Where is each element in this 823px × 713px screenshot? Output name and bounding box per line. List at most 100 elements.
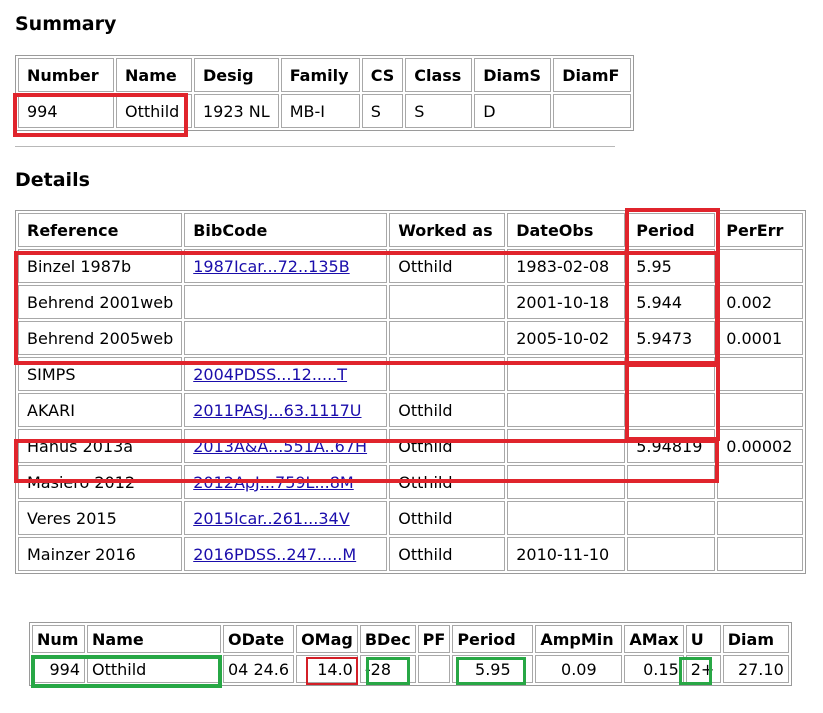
period-cell xyxy=(627,465,716,499)
reference-cell: Hanus 2013a xyxy=(18,429,183,463)
worked-as-cell: Otthild xyxy=(389,393,506,427)
col-name-header: Name xyxy=(116,58,192,92)
col-bdec-header: BDec xyxy=(359,625,416,653)
col-family-header: Family xyxy=(280,58,360,92)
summary-cs: S xyxy=(361,94,404,128)
reference-cell: Masiero 2012 xyxy=(18,465,183,499)
reference-cell: Behrend 2001web xyxy=(18,285,183,319)
dateobs-cell: 1983-02-08 xyxy=(507,249,626,283)
summary-row: 994 Otthild 1923 NL MB-I S S D xyxy=(18,94,632,128)
reference-cell: Behrend 2005web xyxy=(18,321,183,355)
bibcode-cell xyxy=(184,321,388,355)
obs-bdec: -28 xyxy=(359,655,416,683)
obs-period: 5.95 xyxy=(452,655,534,683)
details-header-row: Reference BibCode Worked as DateObs Peri… xyxy=(18,213,804,247)
col-diams-header: DiamS xyxy=(474,58,552,92)
bibcode-cell: 2016PDSS..247.....M xyxy=(184,537,388,571)
summary-desig: 1923 NL xyxy=(194,94,279,128)
reference-cell: SIMPS xyxy=(18,357,183,391)
bibcode-cell xyxy=(184,285,388,319)
obs-odate: 04 24.6 xyxy=(223,655,295,683)
obs-num: 994 xyxy=(32,655,85,683)
pererr-cell: 0.002 xyxy=(717,285,804,319)
details-table: Reference BibCode Worked as DateObs Peri… xyxy=(15,210,807,574)
pererr-cell xyxy=(717,357,804,391)
obs-amax: 0.15 xyxy=(624,655,684,683)
bibcode-cell: 1987Icar...72..135B xyxy=(184,249,388,283)
dateobs-cell: 2005-10-02 xyxy=(507,321,626,355)
table-row: Mainzer 2016 2016PDSS..247.....M Otthild… xyxy=(18,537,804,571)
worked-as-cell xyxy=(389,357,506,391)
col-diamf-header: DiamF xyxy=(553,58,632,92)
summary-class: S xyxy=(405,94,473,128)
col-dateobs-header: DateObs xyxy=(507,213,626,247)
table-row: Binzel 1987b 1987Icar...72..135B Otthild… xyxy=(18,249,804,283)
dateobs-cell xyxy=(507,465,626,499)
col-omag-header: OMag xyxy=(296,625,358,653)
summary-header-row: Number Name Desig Family CS Class DiamS … xyxy=(18,58,632,92)
obs-pf xyxy=(417,655,451,683)
col-ampmin-header: AmpMin xyxy=(535,625,623,653)
summary-table: Number Name Desig Family CS Class DiamS … xyxy=(15,55,635,131)
details-heading: Details xyxy=(15,169,90,191)
worked-as-cell: Otthild xyxy=(389,465,506,499)
summary-diamf xyxy=(553,94,632,128)
pererr-cell xyxy=(717,501,804,535)
worked-as-cell: Otthild xyxy=(389,249,506,283)
summary-heading: Summary xyxy=(15,13,117,35)
dateobs-cell xyxy=(507,501,626,535)
col-bibcode-header: BibCode xyxy=(184,213,388,247)
table-row: Hanus 2013a 2013A&A...551A..67H Otthild … xyxy=(18,429,804,463)
bibcode-link[interactable]: 2013A&A...551A..67H xyxy=(193,437,367,456)
pererr-cell: 0.00002 xyxy=(717,429,804,463)
obs-ampmin: 0.09 xyxy=(535,655,623,683)
worked-as-cell: Otthild xyxy=(389,501,506,535)
pererr-cell xyxy=(717,465,804,499)
dateobs-cell xyxy=(507,393,626,427)
worked-as-cell xyxy=(389,285,506,319)
bibcode-link[interactable]: 2012ApJ...759L...8M xyxy=(193,473,354,492)
period-cell: 5.94819 xyxy=(627,429,716,463)
bibcode-cell: 2012ApJ...759L...8M xyxy=(184,465,388,499)
period-cell xyxy=(627,393,716,427)
bibcode-link[interactable]: 2015Icar..261...34V xyxy=(193,509,349,528)
reference-cell: Binzel 1987b xyxy=(18,249,183,283)
col-class-header: Class xyxy=(405,58,473,92)
summary-name: Otthild xyxy=(116,94,192,128)
period-cell: 5.944 xyxy=(627,285,716,319)
bibcode-link[interactable]: 2016PDSS..247.....M xyxy=(193,545,356,564)
pererr-cell: 0.0001 xyxy=(717,321,804,355)
col-period-header: Period xyxy=(627,213,716,247)
dateobs-cell xyxy=(507,429,626,463)
bibcode-link[interactable]: 2011PASJ...63.1117U xyxy=(193,401,361,420)
pererr-cell xyxy=(717,537,804,571)
worked-as-cell xyxy=(389,321,506,355)
col-odate-header: ODate xyxy=(223,625,295,653)
col-number-header: Number xyxy=(18,58,114,92)
summary-family: MB-I xyxy=(280,94,360,128)
col-desig-header: Desig xyxy=(194,58,279,92)
col-worked-as-header: Worked as xyxy=(389,213,506,247)
reference-cell: AKARI xyxy=(18,393,183,427)
col-period-header: Period xyxy=(452,625,534,653)
table-row: SIMPS 2004PDSS...12.....T xyxy=(18,357,804,391)
table-row: AKARI 2011PASJ...63.1117U Otthild xyxy=(18,393,804,427)
bibcode-link[interactable]: 1987Icar...72..135B xyxy=(193,257,349,276)
dateobs-cell: 2001-10-18 xyxy=(507,285,626,319)
obs-diam: 27.10 xyxy=(722,655,789,683)
worked-as-cell: Otthild xyxy=(389,537,506,571)
observation-table: Num Name ODate OMag BDec PF Period AmpMi… xyxy=(29,622,792,686)
dateobs-cell: 2010-11-10 xyxy=(507,537,626,571)
bibcode-cell: 2004PDSS...12.....T xyxy=(184,357,388,391)
col-num-header: Num xyxy=(32,625,85,653)
bibcode-link[interactable]: 2004PDSS...12.....T xyxy=(193,365,347,384)
observation-row: 994 Otthild 04 24.6 14.0 -28 5.95 0.09 0… xyxy=(32,655,789,683)
reference-cell: Mainzer 2016 xyxy=(18,537,183,571)
table-row: Masiero 2012 2012ApJ...759L...8M Otthild xyxy=(18,465,804,499)
table-row: Veres 2015 2015Icar..261...34V Otthild xyxy=(18,501,804,535)
col-reference-header: Reference xyxy=(18,213,183,247)
period-cell xyxy=(627,501,716,535)
col-cs-header: CS xyxy=(361,58,404,92)
col-name-header: Name xyxy=(87,625,221,653)
section-divider xyxy=(15,146,615,147)
